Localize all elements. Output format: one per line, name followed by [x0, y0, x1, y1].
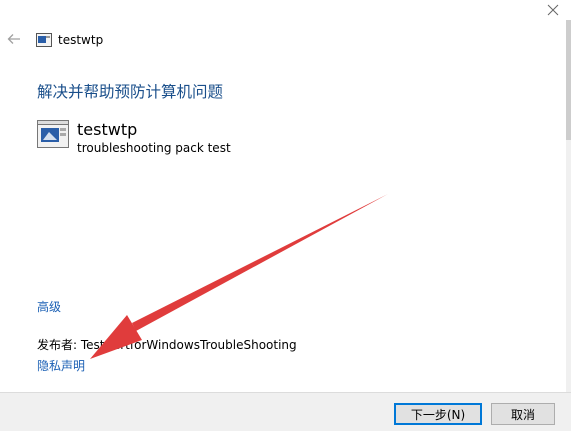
annotation-arrow [90, 194, 388, 359]
